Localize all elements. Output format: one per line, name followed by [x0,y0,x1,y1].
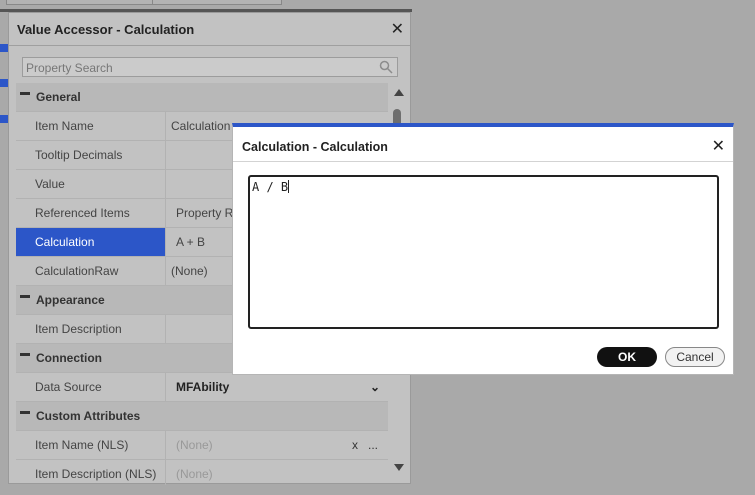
panel-title: Value Accessor - Calculation [17,22,195,37]
category-label: Appearance [36,293,105,307]
data-source-value: MFAbility [176,380,230,394]
background-marker [0,115,8,123]
expression-editor[interactable]: A / B [248,175,719,329]
property-row-item-description-nls[interactable]: Item Description (NLS) (None) [16,460,388,485]
property-value[interactable]: (None) x ... [167,431,388,459]
category-label: Connection [36,351,102,365]
property-row-data-source[interactable]: Data Source MFAbility ⌄ [16,373,388,402]
property-name: Tooltip Decimals [16,141,166,169]
more-icon[interactable]: ... [368,438,378,452]
collapse-icon[interactable]: ▬ [20,348,30,359]
property-name: Item Description [16,315,166,343]
data-source-select[interactable]: MFAbility ⌄ [167,373,388,401]
scroll-up-icon[interactable] [394,89,404,96]
property-name: Calculation [16,228,166,256]
clear-icon[interactable]: x [352,438,358,452]
collapse-icon[interactable]: ▬ [20,290,30,301]
category-custom-attributes[interactable]: ▬ Custom Attributes [16,402,388,431]
collapse-icon[interactable]: ▬ [20,87,30,98]
background-field [152,0,282,5]
property-name: Referenced Items [16,199,166,227]
property-name: CalculationRaw [16,257,166,285]
collapse-icon[interactable]: ▬ [20,406,30,417]
property-value[interactable]: (None) [167,460,388,485]
search-placeholder: Property Search [26,61,113,75]
category-label: Custom Attributes [36,409,141,423]
category-general[interactable]: ▬ General [16,83,388,112]
background-marker [0,44,8,52]
divider [233,161,733,162]
text-caret [288,180,290,193]
search-icon [379,60,393,74]
property-name: Value [16,170,166,198]
scroll-down-icon[interactable] [394,464,404,471]
divider [9,45,410,46]
property-name: Item Name (NLS) [16,431,166,459]
expression-text: A / B [252,180,289,194]
chevron-down-icon[interactable]: ⌄ [370,380,380,394]
ok-button[interactable]: OK [597,347,657,367]
calculation-dialog: Calculation - Calculation ✕ A / B OK Can… [232,123,734,375]
close-icon[interactable]: ✕ [391,19,404,39]
property-row-item-name-nls[interactable]: Item Name (NLS) (None) x ... [16,431,388,460]
category-label: General [36,90,81,104]
background-marker [0,79,8,87]
cancel-button[interactable]: Cancel [665,347,725,367]
property-value-text: (None) [176,467,213,481]
dialog-title: Calculation - Calculation [242,140,388,154]
property-name: Item Name [16,112,166,140]
property-name: Item Description (NLS) [16,460,166,485]
property-search-input[interactable]: Property Search [22,57,398,77]
close-icon[interactable]: ✕ [712,136,725,156]
property-name: Data Source [16,373,166,401]
property-value-text: (None) [176,438,213,452]
